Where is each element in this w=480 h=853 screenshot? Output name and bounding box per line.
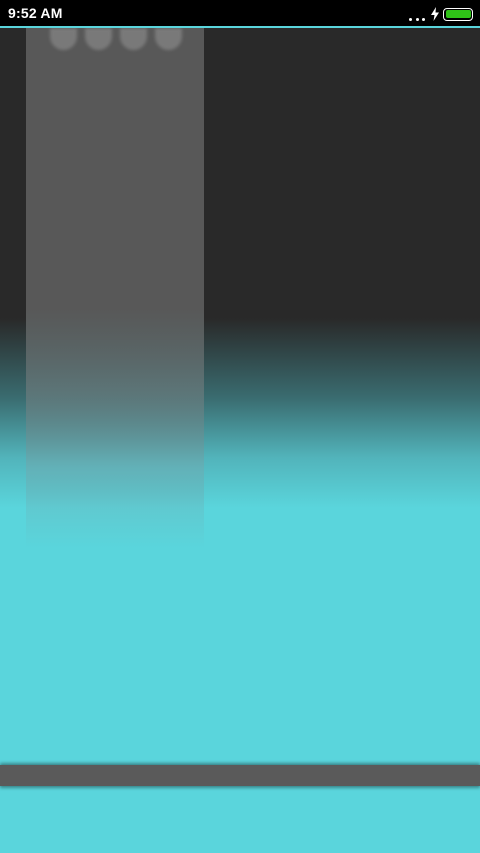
status-bar: 9:52 AM bbox=[0, 0, 480, 27]
page-dot[interactable] bbox=[155, 28, 182, 50]
bottom-bar bbox=[0, 765, 480, 786]
battery-full-icon bbox=[443, 7, 473, 21]
page-dot[interactable] bbox=[50, 28, 77, 50]
page-dot[interactable] bbox=[120, 28, 147, 50]
status-divider bbox=[0, 26, 480, 28]
page-dot[interactable] bbox=[85, 28, 112, 50]
page-indicator bbox=[50, 28, 182, 50]
app-screen: 9:52 AM bbox=[0, 0, 480, 853]
charging-bolt-icon bbox=[431, 7, 439, 21]
status-time: 9:52 AM bbox=[8, 5, 63, 21]
side-panel bbox=[26, 28, 204, 548]
battery-fill bbox=[445, 10, 471, 18]
status-icons bbox=[409, 6, 473, 22]
more-dots-icon bbox=[409, 6, 425, 22]
